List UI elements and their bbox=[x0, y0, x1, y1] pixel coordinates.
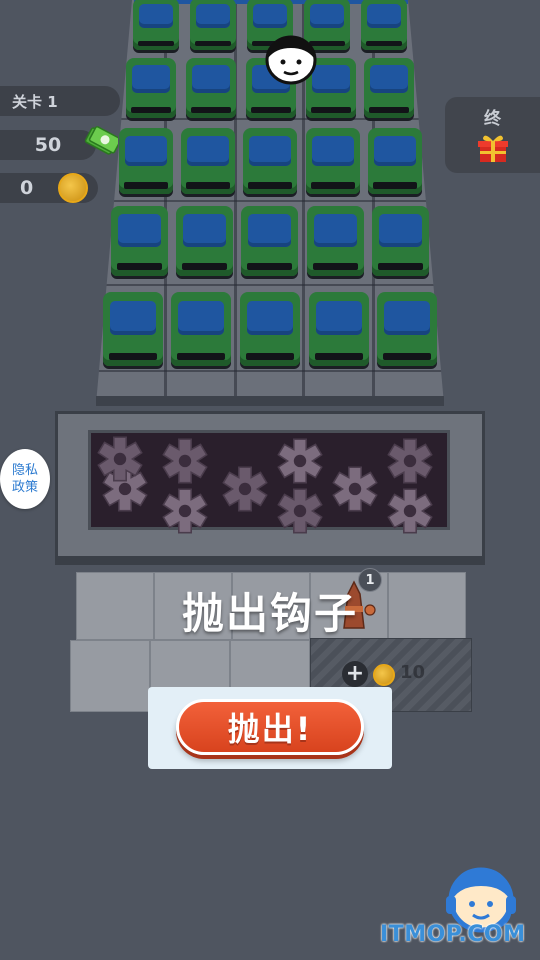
car[interactable] bbox=[307, 206, 364, 276]
privacy-line-1: 隐私 bbox=[11, 463, 38, 478]
money-value: 50 bbox=[34, 134, 62, 156]
coin-icon bbox=[373, 664, 395, 686]
level-indicator: 关卡 1 bbox=[0, 86, 120, 116]
shredder-gear bbox=[97, 436, 143, 482]
car[interactable] bbox=[181, 128, 235, 194]
coin-icon bbox=[58, 173, 88, 203]
car[interactable] bbox=[126, 58, 176, 118]
car[interactable] bbox=[176, 206, 233, 276]
level-label: 关卡 1 bbox=[12, 92, 58, 111]
throw-button[interactable]: 抛出! bbox=[176, 699, 364, 755]
gift-icon bbox=[478, 135, 508, 162]
slot-tile[interactable] bbox=[70, 640, 150, 712]
car[interactable] bbox=[241, 206, 298, 276]
money-counter: 50 bbox=[0, 130, 96, 160]
shredder-gear bbox=[277, 488, 323, 534]
face-icon[interactable] bbox=[262, 34, 320, 86]
unlock-price: 10 bbox=[400, 662, 426, 683]
hook-label: 抛出钩子 bbox=[181, 589, 358, 638]
car[interactable] bbox=[103, 292, 163, 366]
car[interactable] bbox=[309, 292, 369, 366]
coin-value: 0 bbox=[20, 177, 34, 199]
car[interactable] bbox=[186, 58, 236, 118]
shredder-gear bbox=[222, 466, 268, 512]
car[interactable] bbox=[171, 292, 231, 366]
privacy-policy-button[interactable]: 隐私 政策 bbox=[0, 449, 50, 509]
car[interactable] bbox=[306, 128, 360, 194]
car[interactable] bbox=[133, 0, 179, 50]
shredder-gear bbox=[332, 466, 378, 512]
car[interactable] bbox=[190, 0, 236, 50]
car[interactable] bbox=[119, 128, 173, 194]
car[interactable] bbox=[361, 0, 407, 50]
watermark: ITMOP.COM bbox=[380, 922, 526, 947]
slot-tile[interactable] bbox=[76, 572, 154, 640]
final-reward-label: 终 bbox=[484, 109, 501, 129]
parking-lot-edge bbox=[96, 396, 444, 406]
car[interactable] bbox=[368, 128, 422, 194]
car[interactable] bbox=[111, 206, 168, 276]
shredder-gear bbox=[162, 488, 208, 534]
car[interactable] bbox=[364, 58, 414, 118]
car[interactable] bbox=[243, 128, 297, 194]
plus-icon[interactable]: + bbox=[342, 661, 368, 687]
car[interactable] bbox=[240, 292, 300, 366]
slot-tile[interactable] bbox=[388, 572, 466, 640]
car[interactable] bbox=[377, 292, 437, 366]
hook-count-badge: 1 bbox=[358, 568, 382, 592]
shredder-gear bbox=[387, 488, 433, 534]
cash-icon bbox=[84, 126, 118, 155]
privacy-line-2: 政策 bbox=[11, 480, 38, 495]
car[interactable] bbox=[372, 206, 429, 276]
